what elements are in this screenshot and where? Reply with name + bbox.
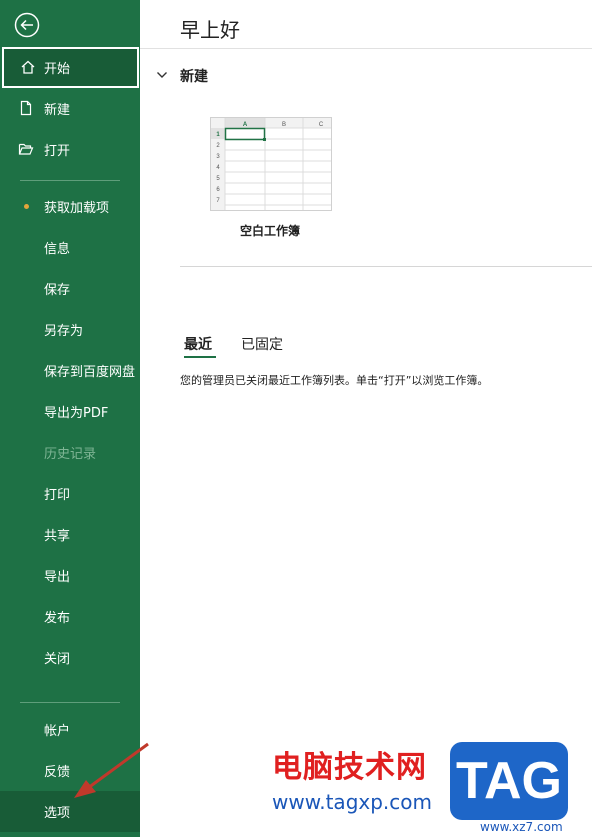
header-divider [140, 48, 592, 49]
nav-label: 新建 [44, 103, 71, 118]
new-document-icon [20, 100, 32, 116]
nav-publish[interactable]: 发布 [0, 596, 140, 637]
nav-label: 获取加载项 [44, 201, 110, 216]
nav-options[interactable]: 选项 [0, 791, 140, 832]
nav-account[interactable]: 帐户 [0, 709, 140, 750]
nav-close[interactable]: 关闭 [0, 637, 140, 678]
nav-home[interactable]: 开始 [2, 47, 139, 88]
nav-label: 选项 [44, 806, 71, 821]
tab-active-indicator [184, 356, 216, 358]
spreadsheet-preview-icon: A B C 1 2 3 4 5 6 7 [211, 118, 331, 210]
nav-label: 历史记录 [44, 447, 97, 462]
watermark: 电脑技术网 www.tagxp.com TAG www.xz7.com [272, 742, 592, 837]
nav-label: 共享 [44, 529, 71, 544]
column-header: B [282, 122, 286, 128]
sidebar-divider [20, 180, 120, 181]
folder-open-icon [18, 143, 34, 155]
tag-logo: TAG [450, 742, 568, 820]
tab-pinned[interactable]: 已固定 [241, 334, 283, 354]
nav-label: 打开 [44, 144, 71, 159]
nav-info[interactable]: 信息 [0, 227, 140, 268]
watermark-site-name: 电脑技术网 [272, 750, 427, 785]
blank-workbook-thumbnail[interactable]: A B C 1 2 3 4 5 6 7 [210, 117, 332, 211]
backstage-sidebar: 开始 新建 打开 获取加载项 信息 保存 另存为 保存到百度网盘 导出为PDF … [0, 0, 140, 837]
nav-save[interactable]: 保存 [0, 268, 140, 309]
nav-label: 关闭 [44, 652, 71, 667]
nav-history: 历史记录 [0, 432, 140, 473]
notification-dot [24, 204, 29, 209]
nav-print[interactable]: 打印 [0, 473, 140, 514]
nav-label: 保存到百度网盘 [44, 365, 136, 380]
nav-label: 开始 [44, 62, 71, 77]
nav-share[interactable]: 共享 [0, 514, 140, 555]
blank-workbook-label[interactable]: 空白工作簿 [200, 222, 340, 239]
nav-save-to-baidu[interactable]: 保存到百度网盘 [0, 350, 140, 391]
nav-open[interactable]: 打开 [0, 129, 140, 170]
page-title: 早上好 [180, 18, 240, 42]
column-header: A [243, 122, 248, 128]
nav-save-as[interactable]: 另存为 [0, 309, 140, 350]
nav-export[interactable]: 导出 [0, 555, 140, 596]
nav-label: 帐户 [44, 724, 71, 739]
chevron-down-icon[interactable] [156, 70, 168, 80]
nav-label: 保存 [44, 283, 71, 298]
nav-feedback[interactable]: 反馈 [0, 750, 140, 791]
watermark-url: www.tagxp.com [272, 790, 432, 814]
nav-label: 反馈 [44, 765, 71, 780]
nav-get-addins[interactable]: 获取加载项 [0, 186, 140, 227]
watermark-secondary-url: www.xz7.com [480, 820, 563, 834]
nav-label: 另存为 [44, 324, 84, 339]
nav-label: 导出为PDF [44, 406, 109, 421]
nav-new[interactable]: 新建 [0, 88, 140, 129]
nav-label: 导出 [44, 570, 71, 585]
backstage-main: 早上好 新建 A B C 1 2 3 4 5 6 7 空白工作簿 最近 已固定 … [140, 0, 592, 837]
tab-recent[interactable]: 最近 [184, 334, 212, 354]
back-arrow-icon[interactable] [14, 12, 40, 38]
new-section-title: 新建 [180, 69, 208, 85]
sidebar-divider [20, 702, 120, 703]
recent-list-disabled-message: 您的管理员已关闭最近工作簿列表。单击“打开”以浏览工作簿。 [180, 374, 489, 387]
home-icon [21, 60, 35, 74]
column-header: C [319, 122, 324, 128]
nav-label: 信息 [44, 242, 71, 257]
section-divider [180, 266, 592, 267]
nav-label: 发布 [44, 611, 71, 626]
nav-label: 打印 [44, 488, 71, 503]
nav-export-pdf[interactable]: 导出为PDF [0, 391, 140, 432]
